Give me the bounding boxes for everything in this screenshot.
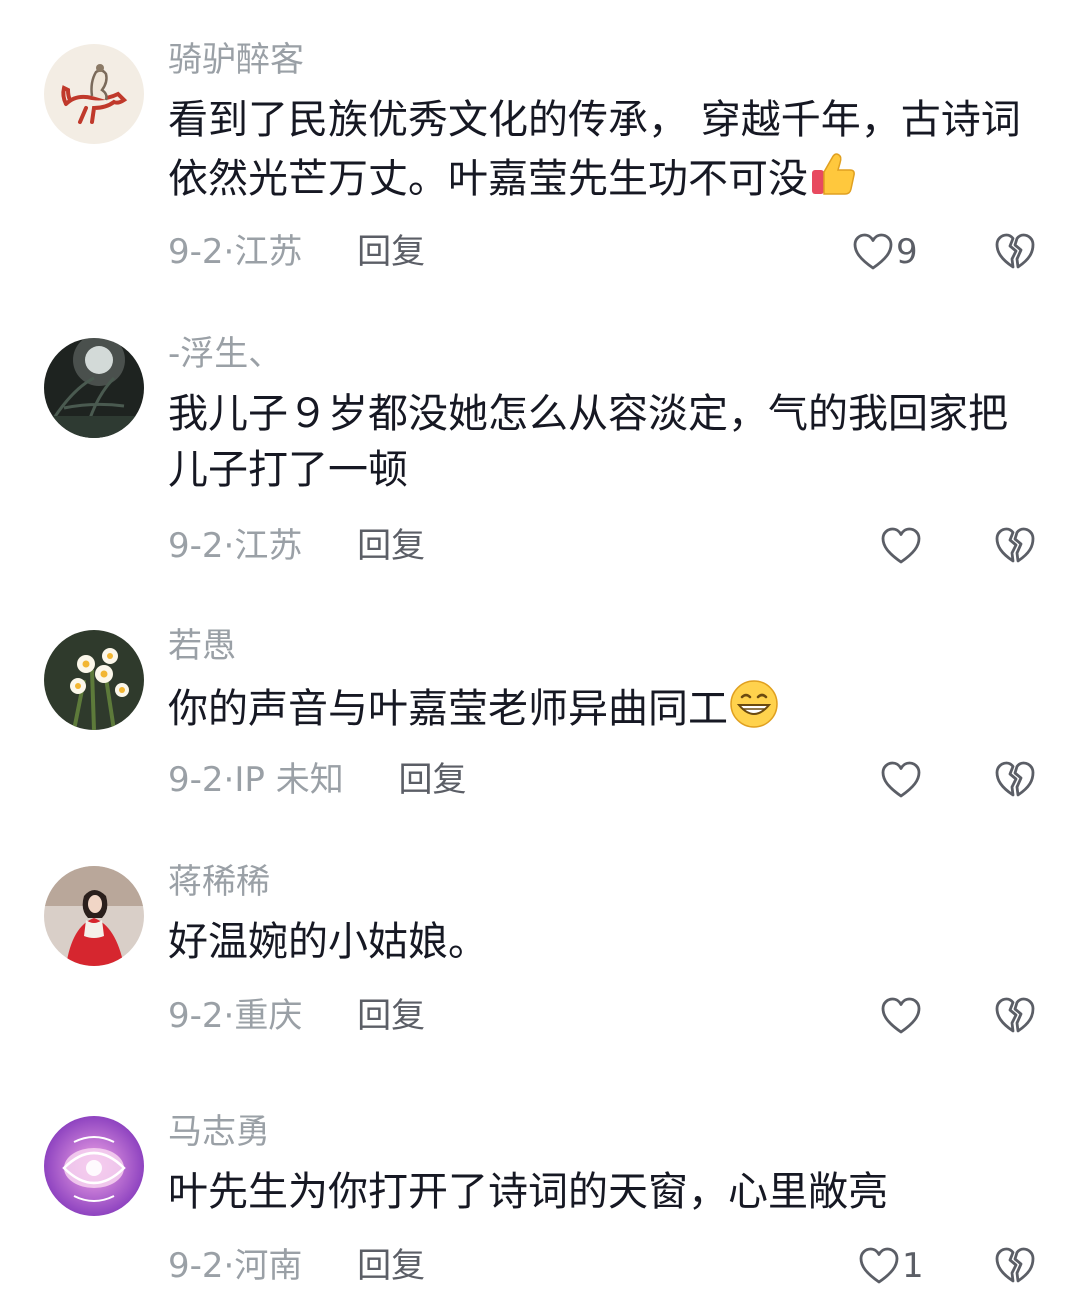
reply-button[interactable]: 回复 xyxy=(357,232,425,272)
like-button[interactable] xyxy=(880,994,924,1038)
comment-meta: 9-2·河南 回复 xyxy=(168,1246,426,1286)
avatar[interactable] xyxy=(44,338,144,438)
broken-heart-icon xyxy=(995,761,1035,797)
night-tree-avatar-icon xyxy=(44,338,144,438)
comment-body: 叶先生为你打开了诗词的天窗，心里敞亮 xyxy=(168,1169,888,1215)
comment-location: 江苏 xyxy=(234,526,303,566)
dislike-button[interactable] xyxy=(994,1246,1036,1286)
like-count: 1 xyxy=(902,1246,924,1286)
comment-text: 叶先生为你打开了诗词的天窗，心里敞亮 xyxy=(168,1164,1028,1220)
username[interactable]: 若愚 xyxy=(168,624,236,668)
avatar[interactable] xyxy=(44,630,144,730)
like-button[interactable] xyxy=(880,758,924,802)
comment-body: 看到了民族优秀文化的传承， 穿越千年，古诗词依然光芒万丈。叶嘉莹先生功不可没 xyxy=(168,97,1021,202)
username[interactable]: 蒋稀稀 xyxy=(168,860,270,904)
red-dress-girl-avatar-icon xyxy=(44,866,144,966)
comment-date: 9-2 xyxy=(168,232,224,272)
comment-location: 河南 xyxy=(234,1246,303,1286)
like-count: 9 xyxy=(896,232,918,272)
narcissus-flower-avatar-icon xyxy=(44,630,144,730)
comment-text: 我儿子９岁都没她怎么从容淡定，气的我回家把儿子打了一顿 xyxy=(168,386,1028,498)
donkey-rider-avatar-icon xyxy=(44,44,144,144)
broken-heart-icon xyxy=(995,233,1035,269)
comment-body: 你的声音与叶嘉莹老师异曲同工 xyxy=(168,686,728,732)
like-button[interactable] xyxy=(880,524,924,568)
broken-heart-icon xyxy=(995,1247,1035,1283)
comment-body: 好温婉的小姑娘。 xyxy=(168,919,488,965)
comment-date: 9-2 xyxy=(168,526,224,566)
reply-button[interactable]: 回复 xyxy=(399,760,467,800)
comment-body: 我儿子９岁都没她怎么从容淡定，气的我回家把儿子打了一顿 xyxy=(168,391,1008,493)
avatar[interactable] xyxy=(44,1116,144,1216)
reply-button[interactable]: 回复 xyxy=(357,996,425,1036)
comment-meta: 9-2·IP 未知 回复 xyxy=(168,760,467,800)
like-button[interactable]: 1 xyxy=(858,1244,924,1288)
username[interactable]: -浮生、 xyxy=(168,332,282,376)
heart-outline-icon xyxy=(881,761,921,798)
broken-heart-icon xyxy=(995,527,1035,563)
username[interactable]: 马志勇 xyxy=(168,1110,270,1154)
comment-date: 9-2 xyxy=(168,996,224,1036)
dislike-button[interactable] xyxy=(994,526,1036,566)
heart-outline-icon xyxy=(881,997,921,1034)
comment-date: 9-2 xyxy=(168,1246,224,1286)
comment-text: 看到了民族优秀文化的传承， 穿越千年，古诗词依然光芒万丈。叶嘉莹先生功不可没 xyxy=(168,92,1028,207)
comment-text: 你的声音与叶嘉莹老师异曲同工 xyxy=(168,678,1028,737)
broken-heart-icon xyxy=(995,997,1035,1033)
comment-meta: 9-2·江苏 回复 xyxy=(168,526,426,566)
thumbs-up-emoji-icon xyxy=(808,148,860,200)
reply-button[interactable]: 回复 xyxy=(357,526,425,566)
comment-location: 江苏 xyxy=(234,232,303,272)
avatar[interactable] xyxy=(44,866,144,966)
username[interactable]: 骑驴醉客 xyxy=(168,38,304,82)
heart-outline-icon xyxy=(859,1247,899,1284)
dislike-button[interactable] xyxy=(994,996,1036,1036)
comment-date: 9-2 xyxy=(168,760,224,800)
grinning-emoji-icon xyxy=(728,678,780,730)
avatar[interactable] xyxy=(44,44,144,144)
heart-outline-icon xyxy=(881,527,921,564)
comment-meta: 9-2·江苏 回复 xyxy=(168,232,426,272)
heart-outline-icon xyxy=(853,233,893,270)
reply-button[interactable]: 回复 xyxy=(357,1246,425,1286)
like-button[interactable]: 9 xyxy=(852,230,918,274)
comment-meta: 9-2·重庆 回复 xyxy=(168,996,426,1036)
dislike-button[interactable] xyxy=(994,232,1036,272)
purple-emblem-avatar-icon xyxy=(44,1116,144,1216)
comment-text: 好温婉的小姑娘。 xyxy=(168,914,1028,970)
comment-location: IP 未知 xyxy=(234,760,344,800)
dislike-button[interactable] xyxy=(994,760,1036,800)
comment-location: 重庆 xyxy=(234,996,303,1036)
